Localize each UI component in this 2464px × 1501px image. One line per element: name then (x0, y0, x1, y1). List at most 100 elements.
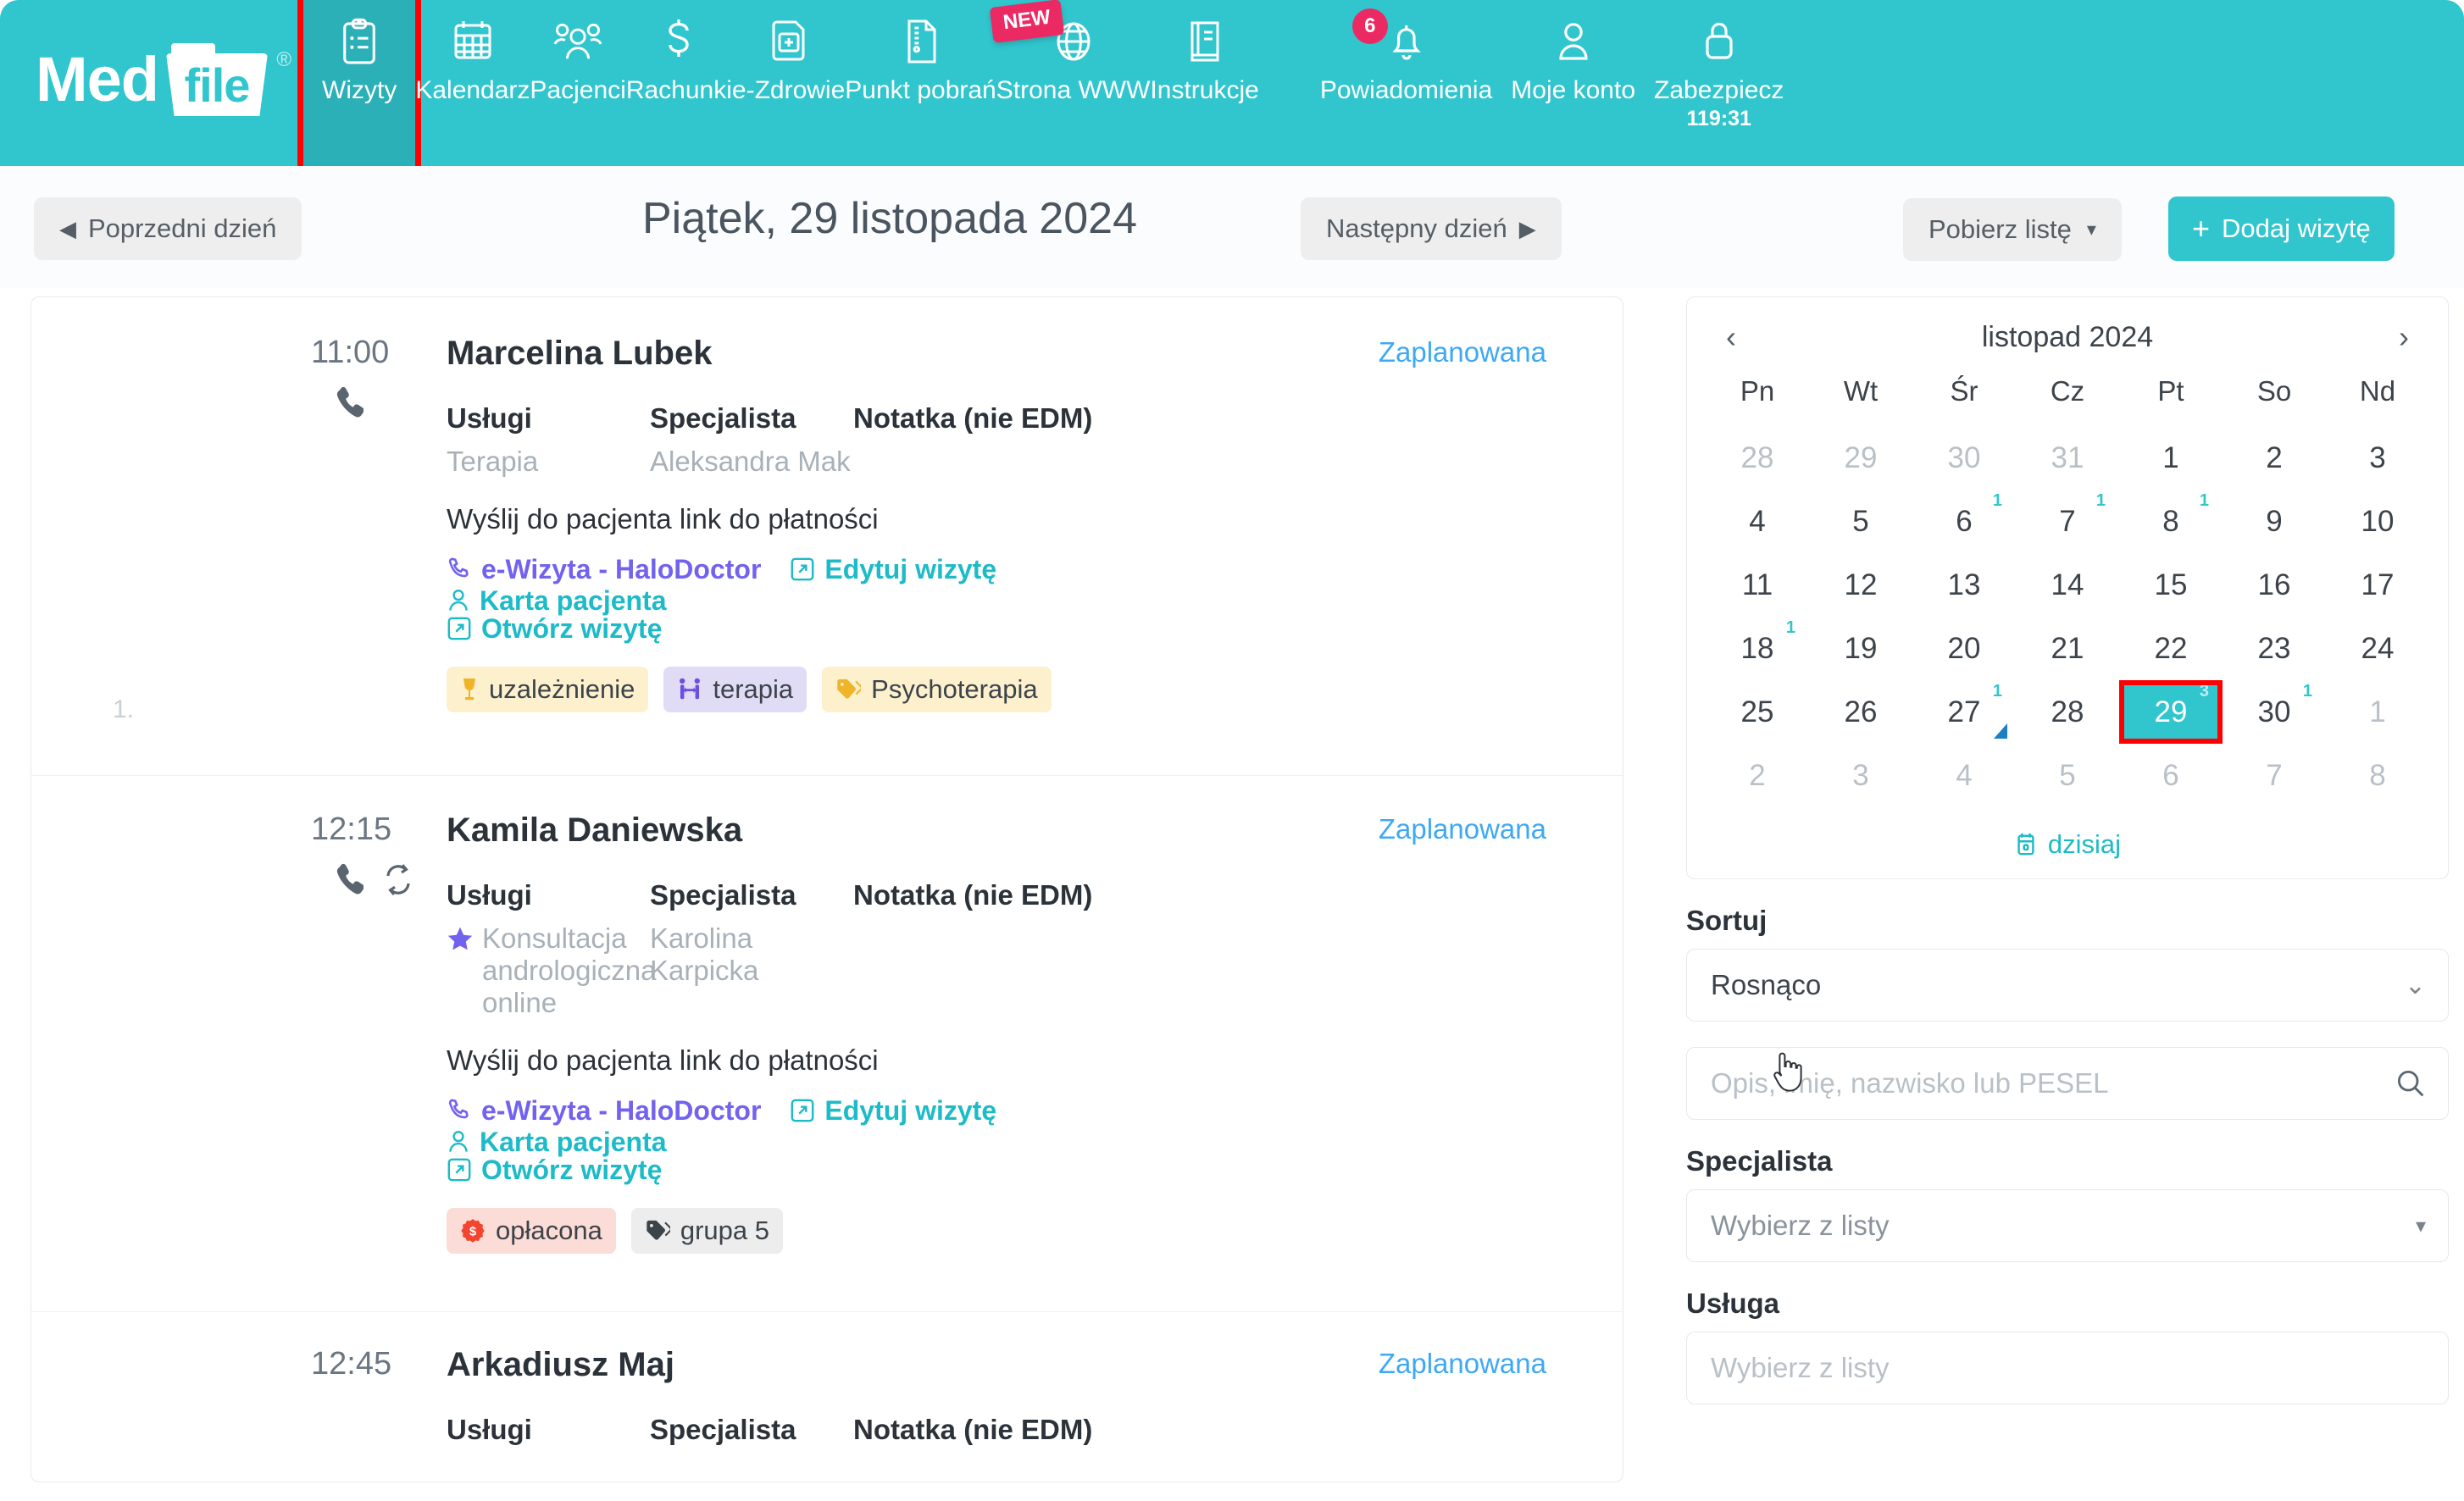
calendar-day[interactable]: 4 (1706, 490, 1809, 553)
patient-card-link[interactable]: Karta pacjenta (447, 1127, 667, 1158)
calendar-day[interactable]: 1 (2119, 426, 2223, 490)
patient-card-link[interactable]: Karta pacjenta (447, 585, 667, 617)
calendar-day[interactable]: 11 (1706, 553, 1809, 617)
nav-item-zabezpiecz[interactable]: Zabezpiecz 119:31 (1654, 0, 1784, 131)
appointment-tag[interactable]: terapia (663, 666, 807, 712)
calendar-day[interactable]: 2 (2223, 426, 2326, 490)
calendar-day[interactable]: 1 (2326, 680, 2429, 744)
calendar-day-number: 22 (2154, 631, 2188, 665)
appointment-item[interactable]: 12:15 Kamila Daniewska Zaplanowana Usług… (31, 776, 1623, 1254)
appointment-tag[interactable]: uzależnienie (447, 666, 649, 712)
calendar-day[interactable]: 5 (2016, 744, 2119, 807)
service-filter-label: Usługa (1686, 1288, 1780, 1319)
appointment-tag[interactable]: grupa 5 (630, 1207, 783, 1254)
nav-item-pacjenci[interactable]: Pacjenci (530, 0, 626, 105)
star-icon (447, 926, 474, 953)
specialist-select[interactable]: Wybierz z listy ▾ (1686, 1189, 2449, 1262)
calendar-day[interactable]: 12 (1809, 553, 1912, 617)
calendar-day[interactable]: 13 (1912, 553, 2016, 617)
service-input[interactable]: Wybierz z listy (1686, 1332, 2449, 1404)
next-day-button[interactable]: Następny dzień ▶ (1301, 197, 1562, 260)
calendar-day[interactable]: 81 (2119, 490, 2223, 553)
calendar-day[interactable]: 30 (1912, 426, 2016, 490)
nav-items: Wizyty Kalendarz Pacjenci Rachunki e-Zdr… (297, 0, 2464, 172)
calendar-day[interactable]: 22 (2119, 617, 2223, 680)
calendar-day-number: 19 (1844, 631, 1878, 665)
nav-item-strona-www[interactable]: NEW Strona WWW (989, 0, 1150, 105)
calendar-day[interactable]: 14 (2016, 553, 2119, 617)
ewizyta-link[interactable]: e-Wizyta - HaloDoctor (447, 554, 761, 585)
calendar-day[interactable]: 16 (2223, 553, 2326, 617)
calendar-day[interactable]: 17 (2326, 553, 2429, 617)
logo-text-file: file (184, 58, 251, 112)
nav-item-moje-konto[interactable]: Moje konto (1511, 0, 1635, 105)
calendar-day[interactable]: 24 (2326, 617, 2429, 680)
app-logo[interactable]: Med file ® (0, 0, 303, 166)
appointment-time-column: 11:00 (31, 336, 447, 712)
book-icon (1185, 15, 1224, 68)
appointment-time: 11:00 (311, 335, 390, 370)
calendar-day[interactable]: 9 (2223, 490, 2326, 553)
calendar-day[interactable]: 8 (2326, 744, 2429, 807)
nav-item-kalendarz[interactable]: Kalendarz (415, 0, 530, 105)
open-visit-link[interactable]: Otwórz wizytę (447, 1155, 1090, 1186)
calendar-day[interactable]: 28 (2016, 680, 2119, 744)
nav-item-instrukcje[interactable]: Instrukcje (1150, 0, 1259, 105)
right-sidebar: ‹ listopad 2024 › Pn Wt Śr Cz Pt So Nd 2… (1686, 296, 2449, 1404)
calendar-prev-month-button[interactable]: ‹ (1718, 319, 1745, 355)
specialist-value: Aleksandra Mak (650, 446, 851, 477)
calendar-day[interactable]: 29 (1809, 426, 1912, 490)
calendar-day[interactable]: 6 (2119, 744, 2223, 807)
calendar-today-label: dzisiaj (2047, 829, 2122, 859)
add-visit-button[interactable]: + Dodaj wizytę (2168, 197, 2395, 261)
open-visit-link[interactable]: Otwórz wizytę (447, 613, 1090, 645)
search-input[interactable]: Opis, imię, nazwisko lub PESEL (1686, 1047, 2449, 1120)
search-icon[interactable] (2395, 1068, 2426, 1099)
appointment-tag[interactable]: $ opłacona (447, 1207, 616, 1254)
calendar-day-selected[interactable]: 29 3 (2119, 680, 2223, 744)
previous-day-button[interactable]: ◀ Poprzedni dzień (34, 197, 302, 260)
calendar-day[interactable]: 25 (1706, 680, 1809, 744)
calendar-day[interactable]: 26 (1809, 680, 1912, 744)
patient-card-label: Karta pacjenta (480, 1126, 667, 1157)
calendar-day-number: 30 (2257, 695, 2291, 728)
download-list-button[interactable]: Pobierz listę ▾ (1903, 198, 2122, 261)
nav-item-wizyty[interactable]: Wizyty (297, 0, 422, 172)
note-column: Notatka (nie EDM) (853, 402, 1107, 478)
calendar-day[interactable]: 31 (2016, 426, 2119, 490)
nav-item-ezdrowie[interactable]: e-Zdrowie (732, 0, 845, 105)
calendar-day[interactable]: 7 (2223, 744, 2326, 807)
calendar-day-count-badge: 1 (1785, 618, 1795, 637)
calendar-day[interactable]: 2 (1706, 744, 1809, 807)
calendar-day[interactable]: 21 (2016, 617, 2119, 680)
edit-visit-link[interactable]: Edytuj wizytę (790, 1095, 996, 1127)
calendar-day[interactable]: 28 (1706, 426, 1809, 490)
calendar-day[interactable]: 3 (2326, 426, 2429, 490)
calendar-day[interactable]: 27 1 (1912, 680, 2016, 744)
calendar-day[interactable]: 4 (1912, 744, 2016, 807)
nav-item-rachunki[interactable]: Rachunki (626, 0, 732, 105)
calendar-today-button[interactable]: dzisiaj (1706, 807, 2429, 860)
calendar-day[interactable]: 10 (2326, 490, 2429, 553)
calendar-day[interactable]: 18 1 (1706, 617, 1809, 680)
calendar-day[interactable]: 19 (1809, 617, 1912, 680)
calendar-day[interactable]: 71 (2016, 490, 2119, 553)
calendar-day[interactable]: 61 (1912, 490, 2016, 553)
calendar-day-number: 17 (2361, 568, 2395, 601)
calendar-day[interactable]: 3 (1809, 744, 1912, 807)
appointment-item[interactable]: 11:00 Marcelina Lubek Zaplanowana Usługi… (31, 297, 1623, 723)
nav-item-punkt-pobran[interactable]: Punkt pobrań (845, 0, 996, 105)
ewizyta-link[interactable]: e-Wizyta - HaloDoctor (447, 1095, 761, 1127)
nav-item-powiadomienia[interactable]: 6 Powiadomienia (1320, 0, 1492, 105)
sort-select[interactable]: Rosnąco ⌄ (1686, 949, 2449, 1022)
calendar-next-month-button[interactable]: › (2390, 319, 2417, 355)
calendar-day[interactable]: 5 (1809, 490, 1912, 553)
calendar-day[interactable]: 15 (2119, 553, 2223, 617)
calendar-day-number: 3 (2369, 440, 2386, 474)
appointment-tag[interactable]: Psychoterapia (822, 666, 1052, 712)
calendar-day[interactable]: 20 (1912, 617, 2016, 680)
edit-visit-link[interactable]: Edytuj wizytę (790, 554, 996, 585)
calendar-day[interactable]: 23 (2223, 617, 2326, 680)
appointment-item[interactable]: 12:45 Arkadiusz Maj Zaplanowana Usługi S… (31, 1312, 1623, 1457)
calendar-day[interactable]: 30 1 (2223, 680, 2326, 744)
